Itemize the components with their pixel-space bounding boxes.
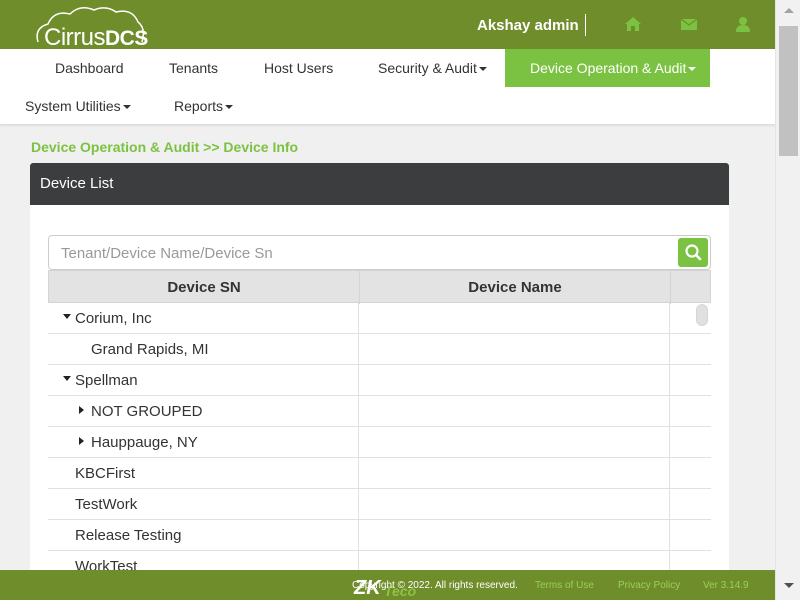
- device-sn-cell: Release Testing: [75, 527, 182, 544]
- search-input[interactable]: [61, 243, 661, 263]
- caret-right-icon[interactable]: [79, 437, 84, 445]
- table-row[interactable]: Grand Rapids, MI: [48, 334, 711, 365]
- user-icon[interactable]: [734, 16, 752, 32]
- version-label: Ver 3.14.9: [703, 580, 749, 591]
- table-scrollbar-thumb[interactable]: [696, 304, 708, 326]
- username[interactable]: Akshay admin: [477, 17, 579, 34]
- nav-security-audit[interactable]: Security & Audit: [378, 60, 487, 76]
- caret-down-icon: [225, 105, 234, 110]
- column-header-device-name[interactable]: Device Name: [360, 279, 670, 296]
- nav-tenants[interactable]: Tenants: [169, 60, 218, 76]
- device-sn-cell: Hauppauge, NY: [91, 434, 198, 451]
- device-sn-cell: Corium, Inc: [75, 310, 152, 327]
- column-divider: [669, 303, 670, 334]
- column-divider: [358, 458, 359, 489]
- panel-header: Device List: [30, 163, 729, 205]
- device-sn-cell: NOT GROUPED: [91, 403, 203, 420]
- table-header: Device SN Device Name: [48, 270, 711, 304]
- footer-copyright: Copyright © 2022. All rights reserved.: [352, 580, 518, 591]
- table-row[interactable]: NOT GROUPED: [48, 396, 711, 427]
- header-divider: [585, 14, 586, 36]
- caret-down-icon: [478, 67, 487, 72]
- table-row[interactable]: Hauppauge, NY: [48, 427, 711, 458]
- table-row[interactable]: Corium, Inc: [48, 303, 711, 334]
- column-divider: [358, 427, 359, 458]
- caret-down-icon[interactable]: [63, 314, 71, 319]
- column-divider: [669, 365, 670, 396]
- caret-down-icon[interactable]: [63, 376, 71, 381]
- column-divider: [358, 365, 359, 396]
- search-button[interactable]: [678, 238, 708, 267]
- column-divider: [669, 520, 670, 551]
- device-sn-cell: Grand Rapids, MI: [91, 341, 209, 358]
- table-row[interactable]: Spellman: [48, 365, 711, 396]
- terms-of-use-link[interactable]: Terms of Use: [535, 580, 594, 591]
- footer: ZK Teco Copyright © 2022. All rights res…: [0, 570, 775, 600]
- nav-host-users[interactable]: Host Users: [264, 60, 333, 76]
- breadcrumb[interactable]: Device Operation & Audit >> Device Info: [31, 139, 298, 155]
- caret-right-icon[interactable]: [79, 406, 84, 414]
- panel-title: Device List: [40, 175, 114, 192]
- privacy-policy-link[interactable]: Privacy Policy: [618, 580, 680, 591]
- home-icon[interactable]: [624, 16, 642, 32]
- device-list-panel: Device List Device SN Device Name Corium…: [30, 163, 729, 600]
- table-row[interactable]: TestWork: [48, 489, 711, 520]
- device-sn-cell: KBCFirst: [75, 465, 135, 482]
- device-sn-cell: Spellman: [75, 372, 138, 389]
- scroll-up-arrow-icon[interactable]: [784, 8, 794, 13]
- column-divider: [669, 458, 670, 489]
- nav-device-operation-audit[interactable]: Device Operation & Audit: [530, 60, 697, 76]
- column-divider: [669, 396, 670, 427]
- column-divider: [358, 520, 359, 551]
- search-icon: [685, 244, 702, 261]
- search-box: [48, 235, 711, 270]
- device-sn-cell: TestWork: [75, 496, 138, 513]
- table-row[interactable]: KBCFirst: [48, 458, 711, 489]
- nav-system-utilities[interactable]: System Utilities: [25, 98, 131, 114]
- top-header: CirrusDCS Akshay admin: [0, 0, 775, 51]
- page-scrollbar[interactable]: [775, 0, 800, 600]
- nav-device-operation-audit-active[interactable]: Device Operation & Audit: [505, 49, 710, 87]
- page-scrollbar-thumb[interactable]: [779, 26, 798, 156]
- envelope-icon[interactable]: [680, 16, 698, 32]
- column-divider: [669, 427, 670, 458]
- column-divider: [669, 489, 670, 520]
- column-divider: [358, 303, 359, 334]
- column-divider: [670, 271, 671, 304]
- column-header-device-sn[interactable]: Device SN: [49, 279, 359, 296]
- table-row[interactable]: Release Testing: [48, 520, 711, 551]
- nav-dashboard[interactable]: Dashboard: [55, 60, 124, 76]
- scroll-down-arrow-icon[interactable]: [784, 583, 794, 588]
- column-divider: [358, 396, 359, 427]
- caret-down-icon: [122, 105, 131, 110]
- caret-down-icon: [688, 67, 697, 72]
- nav-reports[interactable]: Reports: [174, 98, 234, 114]
- column-divider: [358, 489, 359, 520]
- column-divider: [669, 334, 670, 365]
- cirrus-dcs-logo[interactable]: CirrusDCS: [32, 4, 148, 51]
- logo-wordmark: CirrusDCS: [44, 24, 148, 51]
- column-divider: [358, 334, 359, 365]
- main-nav: Dashboard Tenants Host Users Security & …: [0, 49, 775, 125]
